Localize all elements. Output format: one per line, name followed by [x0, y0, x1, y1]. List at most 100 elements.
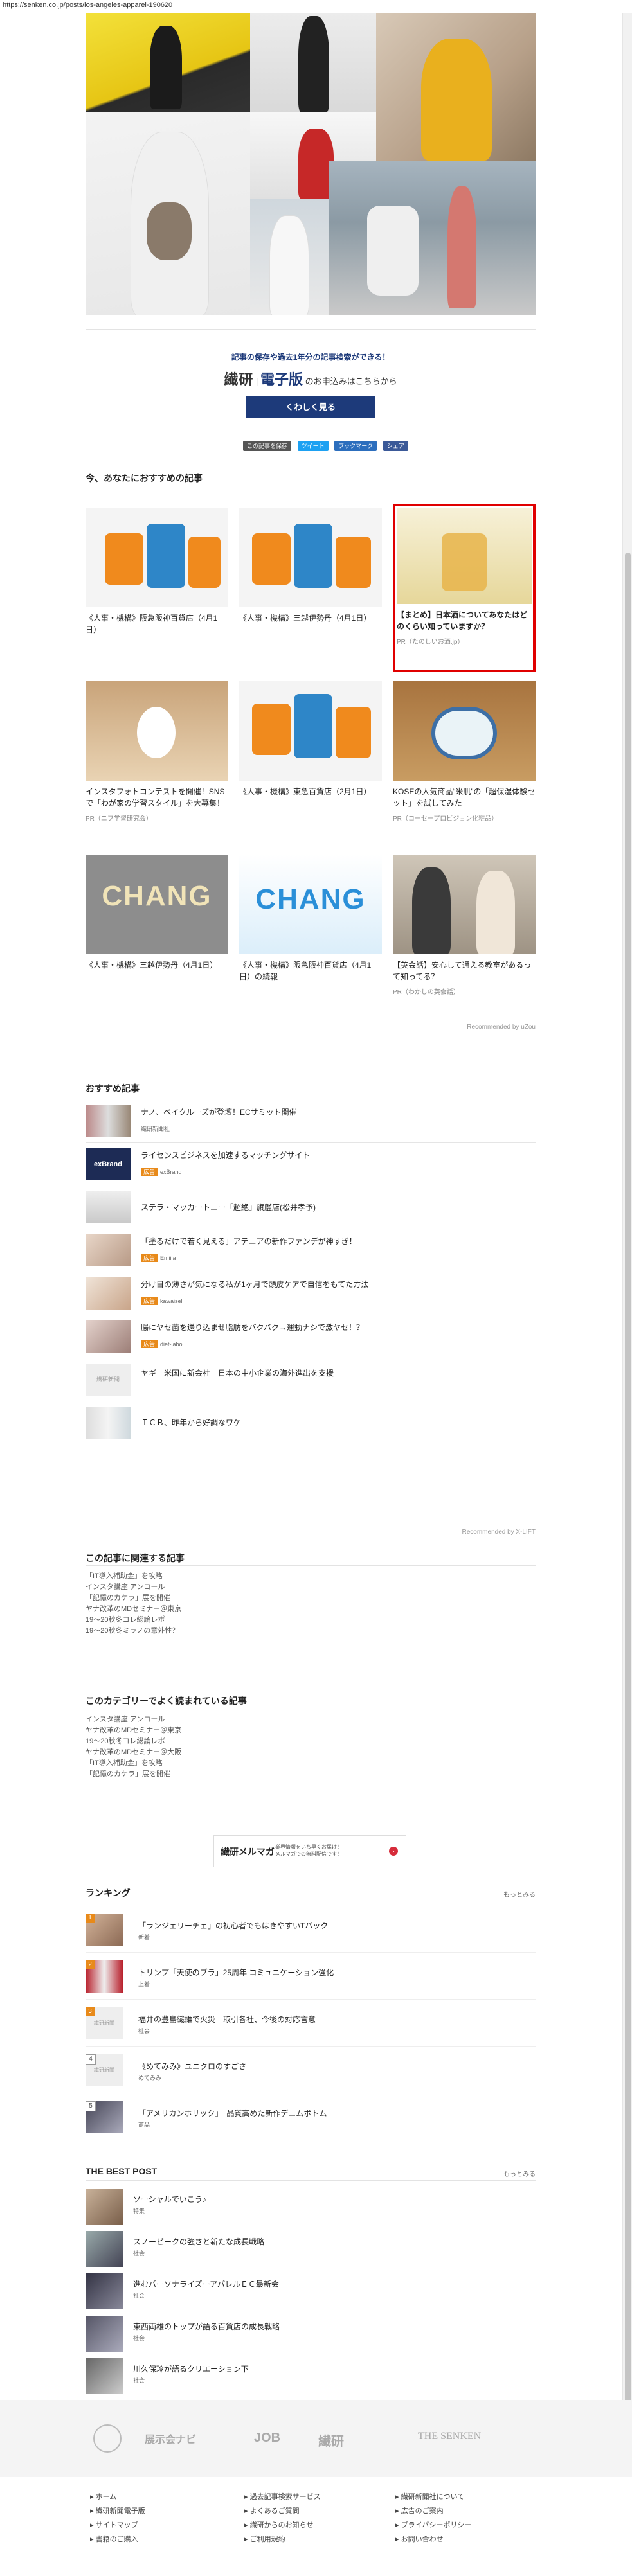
item-thumb: [86, 1105, 131, 1137]
item-title: 「ランジェリーチェ」の初心者でもはきやすいTバック: [138, 1921, 329, 1930]
footer-link[interactable]: ▸ プライバシーポリシー: [395, 2518, 471, 2532]
divider: [86, 1565, 536, 1566]
recommended-by[interactable]: Recommended by uZou: [467, 1024, 536, 1031]
list-item[interactable]: ステラ・マッカートニー「超絶」旗艦店(松井孝予): [86, 1186, 536, 1229]
item-title: 福井の豊島繊維で火災 取引各社、今後の対応言意: [138, 2015, 316, 2024]
tenjikai-navi-logo[interactable]: 展示会ナビ: [145, 2431, 196, 2446]
related-link[interactable]: インスタ講座 アンコール: [86, 1582, 536, 1593]
recommend-card[interactable]: CHANG 《人事・機構》三越伊勢丹（4月1日）: [86, 855, 228, 971]
facebook-share-button[interactable]: シェア: [383, 441, 408, 451]
promo-detail-button[interactable]: くわしく見る: [246, 396, 375, 418]
footer-col-1: ▸ ホーム ▸ 繊研新聞電子版 ▸ サイトマップ ▸ 書籍のご購入: [90, 2490, 145, 2546]
osusume-list: ナノ、ベイクルーズが登壇！ECサミット開催 繊研新聞社 exBrand ライセン…: [86, 1100, 536, 1444]
footer-link[interactable]: ▸ サイトマップ: [90, 2518, 145, 2532]
promo-brand: 繊研: [224, 371, 254, 387]
recommended-by-xlift[interactable]: Recommended by X-LIFT: [462, 1529, 536, 1536]
list-item[interactable]: 腸にヤセ菌を送り込ませ脂肪をバクバク→運動ナシで激ヤセ！？ 広告 diet-lab…: [86, 1315, 536, 1358]
related-link[interactable]: 19〜20秋冬ミラノの意外性？: [86, 1626, 536, 1637]
category-link[interactable]: 「IT導入補助金」を攻略: [86, 1758, 536, 1769]
ranking-item[interactable]: 1 「ランジェリーチェ」の初心者でもはきやすいTバック 新着: [86, 1906, 536, 1953]
category-link[interactable]: 「記憶のカケラ」展を開催: [86, 1769, 536, 1780]
card-image: CHANG: [239, 855, 382, 954]
list-item[interactable]: 繊研新聞 ヤギ 米国に新会社 日本の中小企業の海外進出を支援: [86, 1358, 536, 1401]
recommend-card[interactable]: CHANG 《人事・機構》阪急阪神百貨店（4月1日）の続報: [239, 855, 382, 982]
footer-link[interactable]: ▸ 繊研新聞電子版: [90, 2504, 145, 2518]
list-item[interactable]: 進むパーソナライズーアパレルＥＣ最新会 社会: [86, 2271, 536, 2313]
recommend-card[interactable]: 《人事・機構》阪急阪神百貨店（4月1日）: [86, 508, 228, 635]
list-item[interactable]: exBrand ライセンスビジネスを加速するマッチングサイト 広告 exBrand: [86, 1143, 536, 1186]
footer-link[interactable]: ▸ 過去記事検索サービス: [244, 2490, 321, 2504]
divider: [86, 2180, 536, 2181]
job-logo[interactable]: JOB: [254, 2431, 280, 2446]
item-title: ＩＣＢ、昨年から好調なワケ: [141, 1418, 242, 1427]
footer-link[interactable]: ▸ ホーム: [90, 2490, 145, 2504]
recommend-card-highlighted[interactable]: 【まとめ】日本酒についてあなたはどのくらい知っていますか？ PR（たのしいお酒.…: [393, 504, 536, 672]
recommend-card[interactable]: 《人事・機構》三越伊勢丹（4月1日）: [239, 508, 382, 624]
item-thumb: [86, 2273, 123, 2309]
mail-magazine-banner[interactable]: 繊研メルマガ 業界情報をいち早くお届け！ メルマガでの無料配信です！ ›: [213, 1835, 406, 1867]
footer-col-2: ▸ 過去記事検索サービス ▸ よくあるご質問 ▸ 繊研からのお知らせ ▸ ご利用…: [244, 2490, 321, 2546]
card-image: [86, 508, 228, 607]
hatena-bookmark-button[interactable]: ブックマーク: [334, 441, 377, 451]
ranking-item[interactable]: 5 「アメリカンホリック」 品質高めた新作デニムボトム 商品: [86, 2093, 536, 2140]
scrollbar-thumb[interactable]: [625, 553, 631, 2557]
card-pr: PR（ニフ学習研究会）: [86, 815, 152, 822]
footer-link[interactable]: ▸ お問い合わせ: [395, 2532, 471, 2546]
related-link[interactable]: ヤナ改革のMDセミナー＠東京: [86, 1604, 536, 1615]
url-bar: https://senken.co.jp/posts/los-angeles-a…: [0, 0, 632, 13]
category-link[interactable]: 19〜20秋冬コレ総論レポ: [86, 1736, 536, 1747]
recommend-card[interactable]: KOSEの人気商品“米肌”の「超保湿体験セット」を試してみた PR（コーセープロ…: [393, 681, 536, 822]
item-source: 広告 Emiila: [141, 1254, 176, 1262]
footer-link[interactable]: ▸ 繊研からのお知らせ: [244, 2518, 321, 2532]
related-link[interactable]: 「IT導入補助金」を攻略: [86, 1571, 536, 1582]
item-thumb: [86, 1320, 131, 1353]
osusume-heading: おすすめ記事: [86, 1083, 140, 1094]
footer-link[interactable]: ▸ 繊研新聞社について: [395, 2490, 471, 2504]
promo-title: 繊研 | 電子版 のお申込みはこちらから: [224, 371, 397, 387]
category-link[interactable]: ヤナ改革のMDセミナー＠東京: [86, 1725, 536, 1736]
list-item[interactable]: スノーピークの強さと新たな成長戦略 社会: [86, 2228, 536, 2271]
the-senken-logo[interactable]: THE SENKEN: [418, 2431, 481, 2442]
footer-link[interactable]: ▸ 広告のご案内: [395, 2504, 471, 2518]
rank-number: 3: [86, 2007, 95, 2016]
footer-link[interactable]: ▸ 書籍のご購入: [90, 2532, 145, 2546]
category-link[interactable]: インスタ講座 アンコール: [86, 1714, 536, 1725]
list-item[interactable]: ナノ、ベイクルーズが登壇！ECサミット開催 繊研新聞社: [86, 1100, 536, 1143]
scrollbar-track[interactable]: [622, 13, 632, 2576]
list-item[interactable]: ＩＣＢ、昨年から好調なワケ: [86, 1401, 536, 1444]
ranking-item[interactable]: 繊研新聞 3 福井の豊島繊維で火災 取引各社、今後の対応言意 社会: [86, 2000, 536, 2047]
related-list: 「IT導入補助金」を攻略 インスタ講座 アンコール 「記憶のカケラ」展を開催 ヤ…: [86, 1571, 536, 1637]
card-caption: 《人事・機構》阪急阪神百貨店（4月1日）の続報: [239, 961, 372, 981]
card-image: [86, 681, 228, 781]
fashion-logo-icon[interactable]: [93, 2424, 122, 2453]
card-caption: 《人事・機構》三越伊勢丹（4月1日）: [239, 614, 372, 623]
related-link[interactable]: 「記憶のカケラ」展を開催: [86, 1593, 536, 1604]
best-more-link[interactable]: もっとみる: [503, 2169, 536, 2178]
item-title: ソーシャルでいこう♪: [133, 2195, 206, 2204]
save-article-button[interactable]: この記事を保存: [243, 441, 292, 451]
card-pr: PR（わかしの英会話）: [393, 989, 460, 996]
footer-link[interactable]: ▸ よくあるご質問: [244, 2504, 321, 2518]
tweet-button[interactable]: ツイート: [297, 441, 329, 451]
list-item[interactable]: 「塗るだけで若く見える」アテニアの新作ファンデが神すぎ！ 広告 Emiila: [86, 1229, 536, 1272]
list-item[interactable]: 川久保玲が語るクリエーション下 社会: [86, 2356, 536, 2398]
photo-collage: [86, 13, 536, 315]
card-caption: KOSEの人気商品“米肌”の「超保湿体験セット」を試してみた: [393, 787, 536, 808]
list-item[interactable]: 東西両雄のトップが語る百貨店の成長戦略 社会: [86, 2313, 536, 2356]
recommend-card[interactable]: 《人事・機構》東急百貨店（2月1日）: [239, 681, 382, 797]
footer-link[interactable]: ▸ ご利用規約: [244, 2532, 321, 2546]
recommend-card[interactable]: インスタフォトコンテストを開催！SNSで「わが家の学習スタイル」を大募集！ PR…: [86, 681, 228, 822]
ranking-item[interactable]: 繊研新聞 4 《めてみみ》ユニクロのすごさ めてみみ: [86, 2047, 536, 2093]
photo-cat: [86, 112, 250, 315]
category-link[interactable]: ヤナ改革のMDセミナー＠大阪: [86, 1747, 536, 1758]
senken-logo[interactable]: 繊研: [318, 2431, 344, 2449]
list-item[interactable]: 分け目の薄さが気になる私が1ヶ月で頭皮ケアで自信をもてた方法 広告 kawaise…: [86, 1272, 536, 1315]
item-title: ヤギ 米国に新会社 日本の中小企業の海外進出を支援: [141, 1369, 334, 1378]
related-link[interactable]: 19〜20秋冬コレ総論レポ: [86, 1615, 536, 1626]
card-image: [239, 681, 382, 781]
card-image: CHANG: [86, 855, 228, 954]
recommend-card[interactable]: 【英会話】安心して通える教室があるって知ってる？ PR（わかしの英会話）: [393, 855, 536, 996]
ranking-more-link[interactable]: もっとみる: [503, 1889, 536, 1899]
ranking-item[interactable]: 2 トリンプ「天使のブラ」25周年 コミュニケーション強化 上着: [86, 1953, 536, 2000]
list-item[interactable]: ソーシャルでいこう♪ 特集: [86, 2186, 536, 2228]
